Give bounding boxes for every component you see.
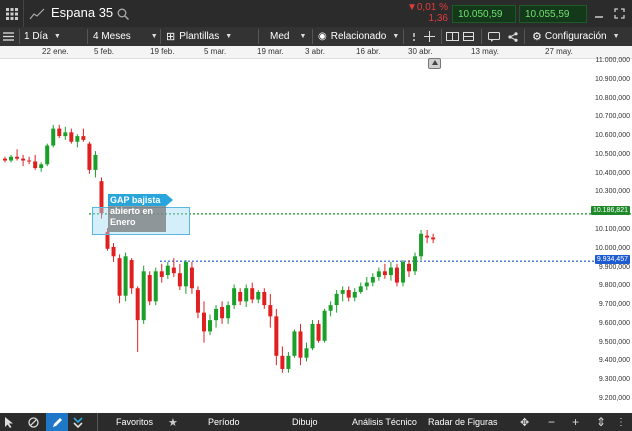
top-bar: Espana 35 ▼0,01 % 1,36 10.050,59 10.055,… xyxy=(0,0,632,27)
expand-icon[interactable] xyxy=(611,0,627,27)
x-tick-label: 13 may. xyxy=(471,47,499,56)
no-entry-icon[interactable] xyxy=(28,413,39,431)
technical-analysis-tab[interactable]: Análisis Técnico xyxy=(352,413,417,431)
templates-select[interactable]: ⊞ Plantillas ▼ xyxy=(166,27,232,46)
eye-icon: ◉ xyxy=(318,31,327,42)
zoom-out-icon[interactable]: − xyxy=(548,413,555,431)
y-tick-label: 9.400,000 xyxy=(598,357,630,365)
settings-menu[interactable]: ⚙ Configuración ▼ xyxy=(532,27,620,46)
y-tick-label: 9.300,000 xyxy=(598,376,630,384)
price-change: ▼0,01 % 1,36 xyxy=(398,2,448,24)
y-tick-label: 10.100,000 xyxy=(594,226,630,233)
change-percent: ▼0,01 % xyxy=(406,2,448,13)
share-icon[interactable] xyxy=(508,27,518,46)
star-icon[interactable]: ★ xyxy=(168,413,178,431)
price-axis: 11.000,000 10.900,000 10.800,000 10.700,000… xyxy=(0,57,632,413)
y-tick-label: 9.500,000 xyxy=(598,338,630,346)
magnet-icon[interactable] xyxy=(72,413,84,431)
cursor-icon[interactable] xyxy=(4,413,14,431)
alert-icon[interactable] xyxy=(409,27,419,46)
y-tick-label: 10.500,000 xyxy=(594,150,630,158)
annotation-pointer xyxy=(166,194,173,206)
chevron-down-icon: ▼ xyxy=(53,33,61,40)
x-tick-label: 19 mar. xyxy=(257,47,284,56)
x-tick-label: 19 feb. xyxy=(150,47,175,56)
period-select[interactable]: 1 Día ▼ xyxy=(24,27,61,46)
favorites-tab[interactable]: Favoritos xyxy=(116,413,153,431)
minimize-icon[interactable] xyxy=(592,0,606,27)
x-tick-label: 22 ene. xyxy=(42,47,69,56)
x-tick-label: 27 may. xyxy=(545,47,573,56)
menu-icon[interactable] xyxy=(3,27,14,46)
y-tick-label: 10.400,000 xyxy=(594,169,630,177)
y-tick-label: 9.700,000 xyxy=(598,301,630,309)
y-tick-label: 10.800,000 xyxy=(594,94,630,102)
buy-price-button[interactable]: 10.055,59 xyxy=(519,5,587,23)
upper-level-label: 10.186,821 xyxy=(590,206,630,215)
y-tick-label: 11.000,000 xyxy=(595,57,630,64)
table-icon[interactable] xyxy=(463,27,474,46)
related-select[interactable]: ◉ Relacionado ▼ xyxy=(318,27,399,46)
chevron-down-icon: ▼ xyxy=(299,33,307,40)
gap-annotation-box[interactable]: GAP bajista abierto en Enero xyxy=(108,194,173,232)
indicator-select[interactable]: Med ▼ xyxy=(270,27,306,46)
change-absolute: 1,36 xyxy=(428,13,448,24)
chevron-down-icon: ▼ xyxy=(392,33,400,40)
chevron-down-icon: ▼ xyxy=(225,33,233,40)
y-tick-label: 9.900,000 xyxy=(598,263,630,271)
zoom-in-icon[interactable]: + xyxy=(572,413,579,431)
pattern-radar-tab[interactable]: Radar de Figuras xyxy=(428,413,498,431)
gap-annotation-text: GAP bajista abierto en Enero xyxy=(110,195,161,227)
fit-icon[interactable]: ⇕ xyxy=(596,413,606,431)
buy-price: 10.055,59 xyxy=(525,9,570,20)
y-tick-label: 10.700,000 xyxy=(594,113,630,121)
bottom-toolbar: Favoritos ★ Período Dibujo Análisis Técn… xyxy=(0,413,632,431)
chevron-down-icon: ▼ xyxy=(612,33,620,40)
chat-icon[interactable] xyxy=(488,27,500,46)
grid-menu-icon[interactable] xyxy=(0,0,24,27)
y-tick-label: 9.800,000 xyxy=(598,282,630,290)
sell-price: 10.050,59 xyxy=(458,9,503,20)
templates-icon: ⊞ xyxy=(166,31,176,43)
sell-price-button[interactable]: 10.050,59 xyxy=(452,5,516,23)
instrument-title: Espana 35 xyxy=(51,5,114,20)
y-tick-label: 9.200,000 xyxy=(598,395,630,402)
scroll-handle[interactable] xyxy=(428,58,441,69)
crosshair-icon[interactable] xyxy=(424,27,435,46)
triangle-up-icon xyxy=(432,60,438,65)
drawing-tab[interactable]: Dibujo xyxy=(292,413,318,431)
x-tick-label: 30 abr. xyxy=(408,47,433,56)
date-axis: 22 ene. 5 feb. 19 feb. 5 mar. 19 mar. 3 abr. 1… xyxy=(0,46,632,59)
y-tick-label: 10.300,000 xyxy=(594,188,630,196)
chart-line-icon xyxy=(25,0,49,27)
gear-icon: ⚙ xyxy=(532,31,542,43)
chart-toolbar: 1 Día ▼ 4 Meses ▼ ⊞ Plantillas ▼ Med ▼ ◉ Relac… xyxy=(0,27,632,46)
x-tick-label: 5 mar. xyxy=(204,47,227,56)
x-tick-label: 16 abr. xyxy=(356,47,381,56)
range-select[interactable]: 4 Meses ▼ xyxy=(93,27,158,46)
x-tick-label: 5 feb. xyxy=(94,47,115,56)
y-tick-label: 10.900,000 xyxy=(594,75,630,83)
y-tick-label: 9.600,000 xyxy=(598,319,630,327)
pencil-icon[interactable] xyxy=(46,413,68,431)
expand-vertical-icon[interactable]: ⋮ xyxy=(616,413,626,431)
layout-icon[interactable] xyxy=(446,27,459,46)
search-icon[interactable] xyxy=(114,0,132,27)
chevron-down-icon: ▼ xyxy=(150,33,158,40)
move-icon[interactable]: ✥ xyxy=(520,413,529,431)
y-tick-label: 10.600,000 xyxy=(594,132,630,140)
period-tab[interactable]: Período xyxy=(208,413,240,431)
lower-level-label: 9.934,457 xyxy=(594,255,630,264)
x-tick-label: 3 abr. xyxy=(305,47,326,56)
y-tick-label: 10.000,000 xyxy=(594,244,630,252)
